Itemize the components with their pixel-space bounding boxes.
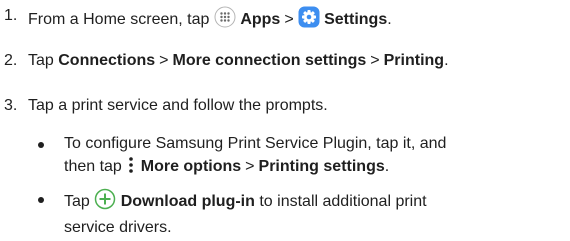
step-number: 1.: [4, 7, 18, 24]
printing-label: Printing: [383, 52, 445, 69]
step-number: 2.: [4, 52, 18, 69]
step-text: Tap a print service and follow the promp…: [28, 97, 328, 114]
step-1-text-a: From a Home screen, tap: [28, 11, 210, 28]
bullet-dot: [38, 142, 44, 148]
separator: >: [245, 158, 255, 175]
more-options-icon: [126, 155, 136, 182]
separator: >: [284, 11, 294, 28]
separator: >: [159, 52, 169, 69]
step-1-end: .: [387, 11, 392, 28]
step-text: From a Home screen, tap Apps > Settings.: [28, 6, 392, 34]
bullet-1-text-a: then tap: [64, 158, 122, 175]
bullet-1-line-1: To configure Samsung Print Service Plugi…: [64, 135, 447, 152]
add-plus-icon: [94, 188, 116, 217]
apps-grid-icon: [214, 6, 236, 34]
bullet-1-end: .: [384, 158, 390, 175]
separator: >: [370, 52, 380, 69]
bullet-2-line-1-end: to install additional print: [259, 193, 427, 210]
apps-label: Apps: [240, 11, 281, 28]
bullet-1-line-2: then tap More options > Printing settings.: [64, 155, 446, 182]
step-2-text-a: Tap: [28, 52, 54, 69]
step-number: 3.: [4, 97, 18, 114]
download-plug-in-label: Download plug-in: [120, 193, 255, 210]
step-text: Tap Connections > More connection settings…: [28, 51, 449, 71]
step-2-end: .: [444, 52, 449, 69]
settings-gear-icon: [298, 6, 320, 34]
bullet-2-line-2: service drivers.: [64, 219, 172, 236]
settings-label: Settings: [324, 11, 388, 28]
bullet-2-text-a: Tap: [64, 193, 90, 210]
printing-settings-label: Printing settings: [258, 158, 385, 175]
bullet-dot: [38, 197, 44, 203]
bullet-text: To configure Samsung Print Service Plugi…: [64, 133, 446, 182]
bullet-2-line-1: Tap Download plug-in to install addition…: [64, 188, 427, 217]
bullet-text: Tap Download plug-in to install addition…: [64, 188, 427, 239]
connections-label: Connections: [58, 52, 156, 69]
more-options-label: More options: [140, 158, 242, 175]
more-connection-settings-label: More connection settings: [172, 52, 367, 69]
